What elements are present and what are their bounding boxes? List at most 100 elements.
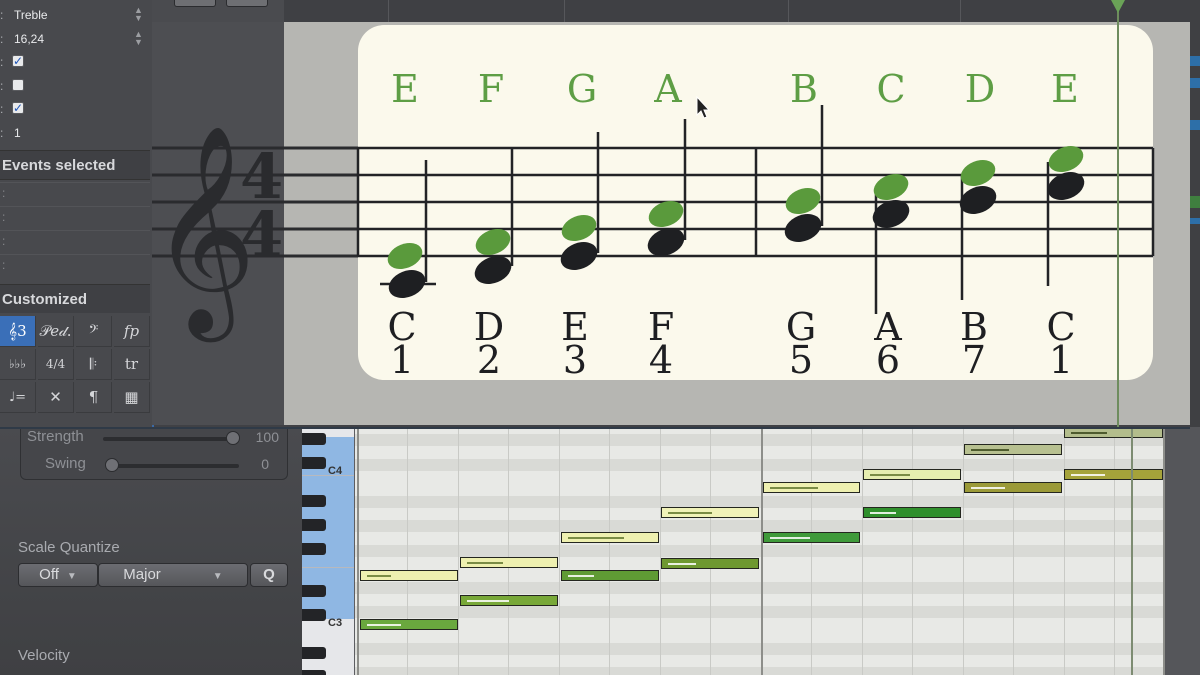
edge-indicator xyxy=(1190,218,1200,224)
popup-arrow-icon: ▼ xyxy=(66,571,77,582)
note-number: 7 xyxy=(962,338,986,382)
midi-note[interactable] xyxy=(1064,469,1163,480)
lane xyxy=(355,520,1165,533)
grid-line xyxy=(609,427,610,675)
grid-line xyxy=(963,427,964,675)
note-number: 2 xyxy=(477,338,501,382)
midi-note[interactable] xyxy=(460,595,558,606)
lane xyxy=(355,667,1165,675)
edge-indicator xyxy=(1190,120,1200,130)
midi-note[interactable] xyxy=(863,469,961,480)
scale-type-value: Major xyxy=(123,566,161,583)
note-number: 3 xyxy=(563,338,587,382)
edge-indicator xyxy=(1190,196,1200,208)
scale-quantize-label: Scale Quantize xyxy=(18,539,120,556)
note-number: 1 xyxy=(390,338,414,382)
scale-letter: E xyxy=(391,67,419,111)
bar-line xyxy=(357,427,359,675)
scale-letter: D xyxy=(965,67,995,111)
swing-slider[interactable] xyxy=(107,464,239,468)
black-key[interactable] xyxy=(302,670,326,675)
lane xyxy=(355,582,1165,595)
scale-letter: E xyxy=(1051,67,1079,111)
black-key[interactable] xyxy=(302,433,326,445)
grid-line xyxy=(1013,427,1014,675)
scale-letter: C xyxy=(876,67,905,111)
logic-pro-window: Strength 100 Swing 0 Scale Quantize Off ▼… xyxy=(0,0,1200,675)
black-key[interactable] xyxy=(302,543,326,555)
lane xyxy=(355,496,1165,509)
midi-note[interactable] xyxy=(863,507,961,518)
lane xyxy=(355,606,1165,619)
edge-indicator xyxy=(1190,56,1200,66)
grid-line xyxy=(458,427,459,675)
strength-value: 100 xyxy=(255,429,279,445)
midi-note[interactable] xyxy=(561,532,659,543)
midi-note[interactable] xyxy=(661,558,759,569)
scale-letter: G xyxy=(567,67,597,111)
black-key[interactable] xyxy=(302,609,326,621)
swing-value: 0 xyxy=(261,456,269,472)
midi-note[interactable] xyxy=(763,482,860,493)
black-key[interactable] xyxy=(302,519,326,531)
black-key[interactable] xyxy=(302,495,326,507)
note-number: 5 xyxy=(789,338,813,382)
black-key[interactable] xyxy=(302,647,326,659)
bar-line xyxy=(761,427,763,675)
piano-roll-right-edge xyxy=(1165,427,1200,675)
grid-line xyxy=(660,427,661,675)
quantize-q-button[interactable]: Q xyxy=(250,563,288,587)
popup-arrow-icon: ▼ xyxy=(212,571,223,582)
playhead-line[interactable] xyxy=(1117,0,1119,427)
quantize-panel: Strength 100 Swing 0 xyxy=(20,427,288,480)
notation-layer: 𝄞 4 4 E F G A B C D E C D E F G A B C 1 … xyxy=(150,25,1155,382)
note-number: 4 xyxy=(649,338,673,382)
midi-note[interactable] xyxy=(661,507,759,518)
grid-line xyxy=(407,427,408,675)
playhead-marker-icon[interactable] xyxy=(1111,0,1125,13)
grid-line xyxy=(1064,427,1065,675)
midi-note[interactable] xyxy=(460,557,558,568)
midi-note[interactable] xyxy=(360,619,458,630)
grid-line xyxy=(811,427,812,675)
key-separator xyxy=(302,567,354,568)
scale-mode-value: Off xyxy=(39,566,59,583)
black-key[interactable] xyxy=(302,457,326,469)
midi-note[interactable] xyxy=(360,570,458,581)
scale-letter: B xyxy=(790,67,818,111)
lane xyxy=(355,643,1165,656)
grid-line xyxy=(1114,427,1115,675)
lane xyxy=(355,459,1165,472)
lane xyxy=(355,545,1165,558)
playhead-line[interactable] xyxy=(1131,427,1133,675)
key-label-c4: C4 xyxy=(328,465,343,477)
strength-slider-knob[interactable] xyxy=(226,431,240,445)
scale-type-popup[interactable]: Major ▼ xyxy=(98,563,248,587)
scale-letter: F xyxy=(478,67,504,111)
note-number: 1 xyxy=(1049,338,1073,382)
grid-line xyxy=(912,427,913,675)
region-inspector: Strength 100 Swing 0 Scale Quantize Off ▼… xyxy=(0,427,302,675)
piano-keyboard[interactable]: C4 C3 xyxy=(302,427,354,675)
midi-note[interactable] xyxy=(561,570,659,581)
black-key[interactable] xyxy=(302,585,326,597)
score-editor-window: : Treble ▲ ▼ : 16,24 ▲ ▼ : ✓ : : ✓: 1 E… xyxy=(0,0,1190,429)
grid-line xyxy=(508,427,509,675)
grid-line xyxy=(862,427,863,675)
edge-indicator xyxy=(1190,78,1200,88)
scale-mode-popup[interactable]: Off ▼ xyxy=(18,563,98,587)
scale-quantize-controls: Off ▼ Major ▼ Q xyxy=(18,563,288,587)
midi-note[interactable] xyxy=(763,532,860,543)
midi-note[interactable] xyxy=(964,482,1062,493)
swing-slider-knob[interactable] xyxy=(105,458,119,472)
key-label-c3: C3 xyxy=(328,617,343,629)
grid-line xyxy=(559,427,560,675)
velocity-label: Velocity xyxy=(18,647,70,664)
grid-line xyxy=(710,427,711,675)
piano-roll-grid[interactable] xyxy=(355,427,1165,675)
strength-label: Strength xyxy=(27,428,84,445)
time-signature-bottom: 4 xyxy=(240,198,283,271)
midi-note[interactable] xyxy=(964,444,1062,455)
note-number: 6 xyxy=(876,338,900,382)
strength-slider[interactable] xyxy=(103,437,235,441)
